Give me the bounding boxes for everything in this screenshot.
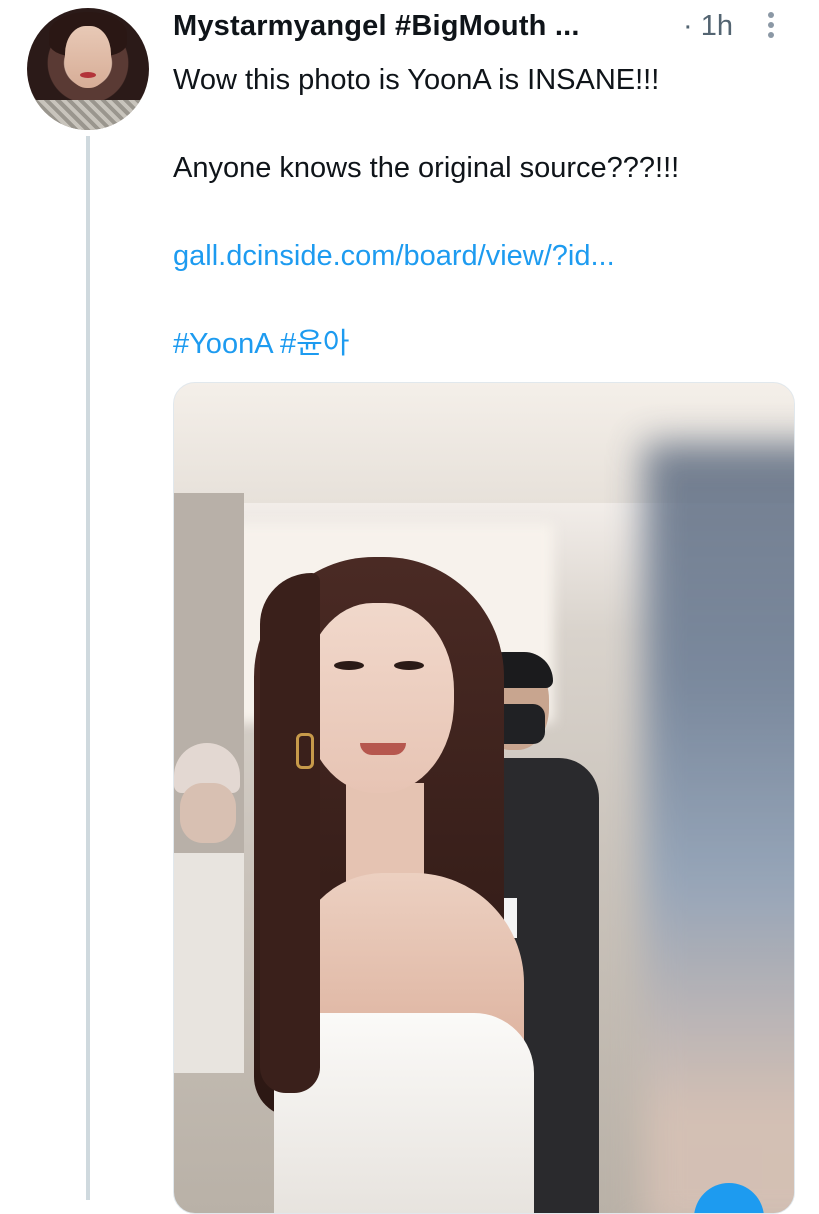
source-link[interactable]: gall.dcinside.com/board/view/?id... bbox=[173, 234, 615, 278]
photo-foreground-blur bbox=[644, 443, 794, 1213]
more-vertical-icon[interactable] bbox=[765, 12, 777, 48]
tweet-photo[interactable] bbox=[173, 382, 795, 1214]
display-name[interactable]: Mystarmyangel #BigMouth ... bbox=[173, 10, 580, 43]
tweet-line: Wow this photo is YoonA is INSANE!!! bbox=[173, 64, 660, 96]
tweet[interactable]: Mystarmyangel #BigMouth ... · 1h Wow thi… bbox=[0, 0, 819, 1214]
hashtags: #YoonA #윤아 bbox=[173, 322, 350, 366]
hashtag-yoona[interactable]: #YoonA bbox=[173, 328, 272, 360]
thread-line bbox=[86, 136, 90, 1200]
avatar-lips bbox=[80, 72, 96, 78]
timestamp[interactable]: · 1h bbox=[683, 10, 733, 43]
tweet-line: Anyone knows the original source???!!! bbox=[173, 152, 680, 184]
tweet-header: Mystarmyangel #BigMouth ... · 1h bbox=[173, 8, 793, 48]
avatar-face bbox=[65, 26, 111, 88]
avatar[interactable] bbox=[27, 8, 149, 130]
hashtag-yoona-korean[interactable]: #윤아 bbox=[280, 328, 350, 360]
avatar-collar bbox=[27, 100, 149, 130]
photo-subject bbox=[234, 553, 534, 1213]
